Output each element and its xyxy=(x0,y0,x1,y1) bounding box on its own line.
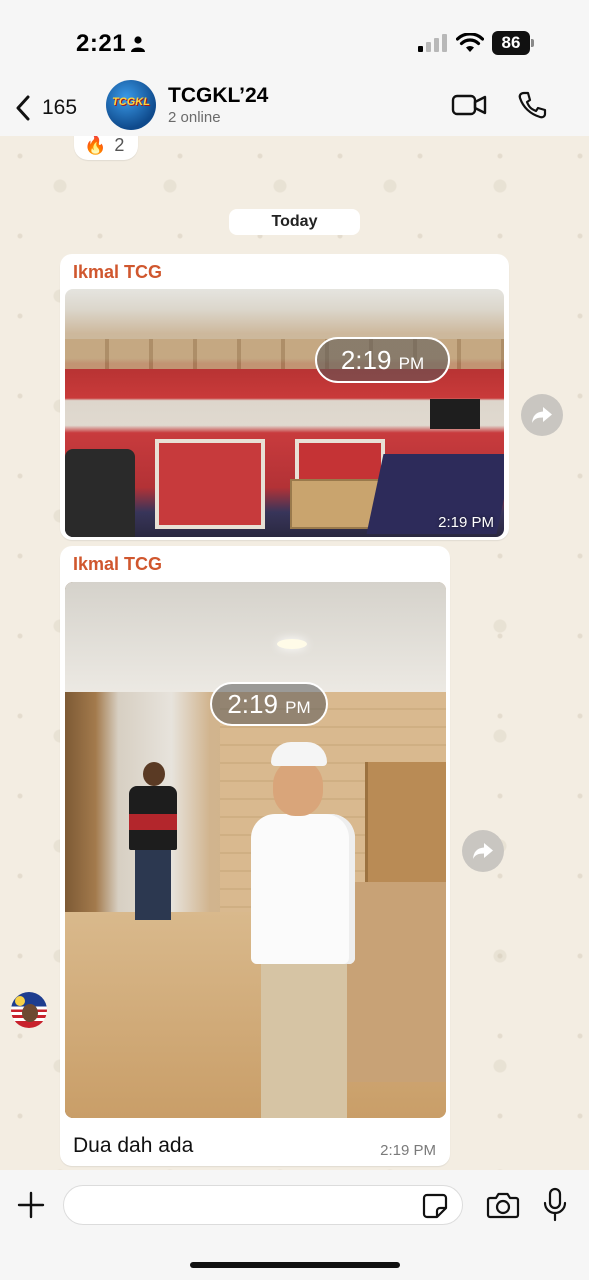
message-time: 2:19 PM xyxy=(380,1142,436,1159)
chat-header: 165 TCGKL TCGKL’24 2 online xyxy=(0,80,589,136)
video-camera-icon[interactable] xyxy=(451,92,487,118)
forward-button[interactable] xyxy=(462,830,504,872)
signal-icon xyxy=(418,34,447,52)
wifi-icon xyxy=(456,33,484,52)
message-caption: Dua dah ada xyxy=(73,1134,194,1157)
forward-arrow-icon xyxy=(473,843,493,859)
group-avatar[interactable]: TCGKL xyxy=(106,80,156,130)
sender-avatar[interactable] xyxy=(11,992,47,1028)
scroll-time-overlay: 2:19 PM xyxy=(315,337,450,383)
unread-count: 165 xyxy=(42,96,78,119)
chevron-left-icon xyxy=(16,95,30,121)
phone-icon[interactable] xyxy=(517,90,547,120)
overlay-ampm: PM xyxy=(285,698,311,717)
camera-icon[interactable] xyxy=(486,1190,520,1220)
back-button[interactable]: 165 xyxy=(14,88,77,128)
plus-icon[interactable] xyxy=(16,1190,46,1220)
photo-timestamp: 2:19 PM xyxy=(438,514,494,531)
status-bar: 2:21 86 xyxy=(0,0,589,80)
home-indicator xyxy=(190,1262,400,1268)
sender-name[interactable]: Ikmal TCG xyxy=(73,262,162,283)
message-bubble[interactable]: Ikmal TCG 2:19 PM xyxy=(60,254,509,540)
overlay-time: 2:19 xyxy=(227,689,278,719)
message-photo[interactable] xyxy=(65,582,446,1118)
message-photo[interactable]: 2:19 PM xyxy=(65,289,504,537)
reaction-count: 2 xyxy=(114,136,125,155)
date-separator: Today xyxy=(229,209,360,235)
chat-subtitle: 2 online xyxy=(168,109,221,126)
forward-arrow-icon xyxy=(532,407,552,423)
sender-name[interactable]: Ikmal TCG xyxy=(73,554,162,575)
scroll-time-overlay: 2:19 PM xyxy=(210,682,328,726)
chat-area[interactable]: 🔥 2 Today Ikmal TCG 2:19 PM Ikmal TCG Du… xyxy=(0,136,589,1170)
person-icon xyxy=(131,36,145,52)
battery-level: 86 xyxy=(492,31,530,55)
microphone-icon[interactable] xyxy=(543,1187,567,1223)
sticker-icon[interactable] xyxy=(421,1192,449,1220)
forward-button[interactable] xyxy=(521,394,563,436)
reaction-pill[interactable]: 🔥 2 xyxy=(74,136,138,160)
chat-title[interactable]: TCGKL’24 xyxy=(168,84,268,108)
message-bubble[interactable]: Ikmal TCG Dua dah ada 2:19 PM xyxy=(60,546,450,1166)
avatar-logo: TCGKL xyxy=(112,96,150,108)
fire-icon: 🔥 xyxy=(84,136,107,155)
battery-icon: 86 xyxy=(492,31,534,55)
overlay-time: 2:19 xyxy=(340,345,392,375)
message-input[interactable] xyxy=(63,1185,463,1225)
overlay-ampm: PM xyxy=(398,354,425,373)
status-time: 2:21 xyxy=(76,30,127,57)
input-bar xyxy=(0,1170,589,1280)
